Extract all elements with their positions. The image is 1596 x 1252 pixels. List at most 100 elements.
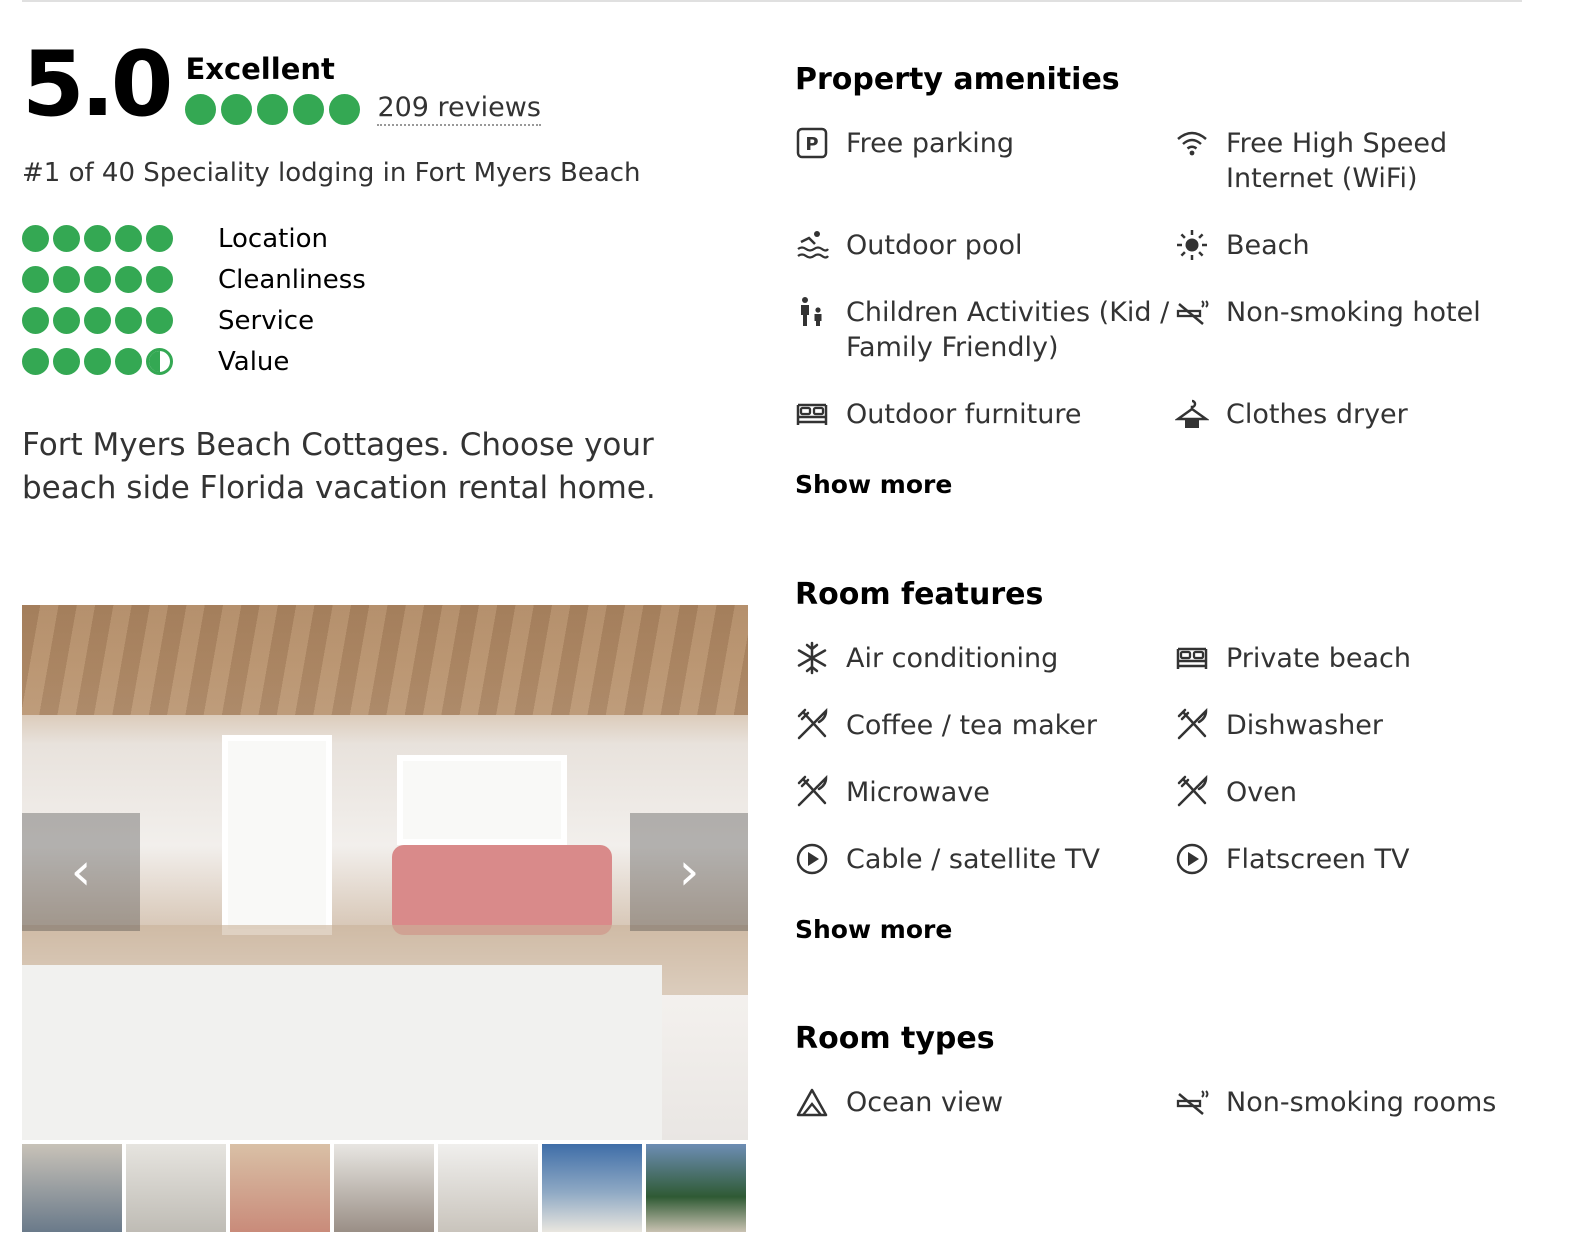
rating-bubble-icon — [115, 348, 142, 375]
rating-bubble-icon — [22, 348, 49, 375]
thumbnail[interactable] — [334, 1144, 434, 1232]
thumbnail[interactable] — [230, 1144, 330, 1232]
sub-rating-label: Location — [218, 223, 328, 254]
sun-icon — [1175, 228, 1209, 262]
parking-icon: P — [795, 126, 829, 160]
half-bubble-icon — [146, 348, 173, 375]
pool-icon — [795, 228, 829, 262]
rating-bubble-icon — [221, 93, 253, 125]
rating-bubble-icon — [293, 93, 325, 125]
rating-bubble-icon — [53, 307, 80, 334]
snowflake-icon — [795, 641, 829, 675]
room-type-item: Ocean view — [795, 1085, 1175, 1152]
thumbnail[interactable] — [126, 1144, 226, 1232]
amenity-item: Outdoor furniture — [795, 397, 1175, 464]
section-title: Property amenities — [795, 62, 1120, 97]
overall-rating: 5.0 Excellent 209 reviews — [22, 40, 541, 130]
rating-bubble-icon — [22, 266, 49, 293]
play-icon — [1175, 842, 1209, 876]
room-feature-item: Cable / satellite TV — [795, 842, 1175, 909]
no-smoking-icon — [1175, 1085, 1209, 1119]
bed-icon — [1175, 641, 1209, 675]
sub-rating-label: Cleanliness — [218, 264, 366, 295]
photo-window — [397, 755, 567, 845]
rating-bubble-icon — [115, 266, 142, 293]
rating-bubble-icon — [53, 348, 80, 375]
thumbnail[interactable] — [542, 1144, 642, 1232]
amenity-item: Children Activities (Kid / Family Friend… — [795, 295, 1175, 397]
thumbnail[interactable] — [646, 1144, 746, 1232]
amenity-item: Beach — [1175, 228, 1515, 295]
property-amenities-section: Property amenities P Free parking Free H… — [795, 62, 1515, 499]
bed-icon — [795, 397, 829, 431]
rating-bubbles — [185, 93, 365, 125]
rating-bubble-icon — [115, 225, 142, 252]
rating-bubble-icon — [53, 225, 80, 252]
family-icon — [795, 295, 829, 329]
wifi-icon — [1175, 126, 1209, 160]
sub-rating-row: Service — [22, 300, 366, 341]
amenity-item: Clothes dryer — [1174, 397, 1515, 464]
room-feature-item: Flatscreen TV — [1175, 842, 1515, 909]
reviews-link[interactable]: 209 reviews — [377, 92, 541, 126]
utensils-icon — [1175, 707, 1209, 742]
room-type-item: Non-smoking rooms — [1175, 1085, 1515, 1152]
gallery-next-button[interactable]: › — [630, 813, 748, 931]
hanger-icon — [1174, 397, 1210, 431]
rating-bubble-icon — [84, 225, 111, 252]
amenities-show-more-link[interactable]: Show more — [795, 470, 952, 499]
rating-bubble-icon — [84, 348, 111, 375]
svg-text:P: P — [805, 134, 818, 155]
amenity-item: P Free parking — [795, 126, 1175, 228]
ranking-text: #1 of 40 Speciality lodging in Fort Myer… — [22, 158, 641, 188]
property-description: Fort Myers Beach Cottages. Choose your b… — [22, 427, 656, 506]
photo-sofa — [392, 845, 612, 935]
chevron-left-icon: ‹ — [70, 842, 92, 902]
utensils-icon — [795, 774, 829, 809]
rating-bubble-icon — [185, 93, 217, 125]
sub-rating-row: Value — [22, 341, 366, 382]
room-feature-item: Oven — [1175, 774, 1515, 842]
sub-rating-row: Location — [22, 218, 366, 259]
mountain-icon — [795, 1085, 829, 1119]
rating-bubble-icon — [146, 307, 173, 334]
amenity-item: Outdoor pool — [795, 228, 1175, 295]
room-features-section: Room features Air conditioning Private b… — [795, 577, 1515, 944]
sub-ratings-list: Location Cleanliness Service Value — [22, 218, 366, 382]
amenity-item: Free High Speed Internet (WiFi) — [1175, 126, 1515, 228]
no-smoking-icon — [1175, 295, 1209, 329]
thumbnail[interactable] — [438, 1144, 538, 1232]
chevron-right-icon: › — [678, 842, 700, 902]
section-title: Room features — [795, 577, 1044, 612]
play-icon — [795, 842, 829, 876]
sub-rating-label: Value — [218, 346, 290, 377]
utensils-icon — [795, 707, 829, 742]
room-feature-item: Coffee / tea maker — [795, 707, 1175, 775]
room-features-show-more-link[interactable]: Show more — [795, 915, 952, 944]
main-photo[interactable]: ‹ › — [22, 605, 748, 1140]
utensils-icon — [1175, 774, 1209, 809]
room-types-section: Room types Ocean view Non-smoking rooms — [795, 1021, 1515, 1152]
room-feature-item: Air conditioning — [795, 641, 1175, 708]
rating-bubble-icon — [329, 93, 361, 125]
thumbnail[interactable] — [22, 1144, 122, 1232]
rating-bubble-icon — [84, 266, 111, 293]
sub-rating-row: Cleanliness — [22, 259, 366, 300]
rating-bubble-icon — [22, 307, 49, 334]
rating-bubble-icon — [53, 266, 80, 293]
top-divider — [22, 0, 1522, 2]
gallery-prev-button[interactable]: ‹ — [22, 813, 140, 931]
rating-bubble-icon — [84, 307, 111, 334]
sub-rating-label: Service — [218, 305, 315, 336]
rating-bubble-icon — [146, 225, 173, 252]
room-feature-item: Dishwasher — [1175, 707, 1515, 775]
rating-bubble-icon — [257, 93, 289, 125]
rating-label: Excellent — [185, 52, 335, 86]
room-feature-item: Private beach — [1175, 641, 1515, 708]
photo-ceiling — [22, 605, 748, 715]
room-feature-item: Microwave — [795, 774, 1175, 842]
section-title: Room types — [795, 1021, 995, 1056]
photo-counter — [22, 965, 662, 1140]
rating-score: 5.0 — [22, 32, 173, 137]
rating-bubble-icon — [115, 307, 142, 334]
